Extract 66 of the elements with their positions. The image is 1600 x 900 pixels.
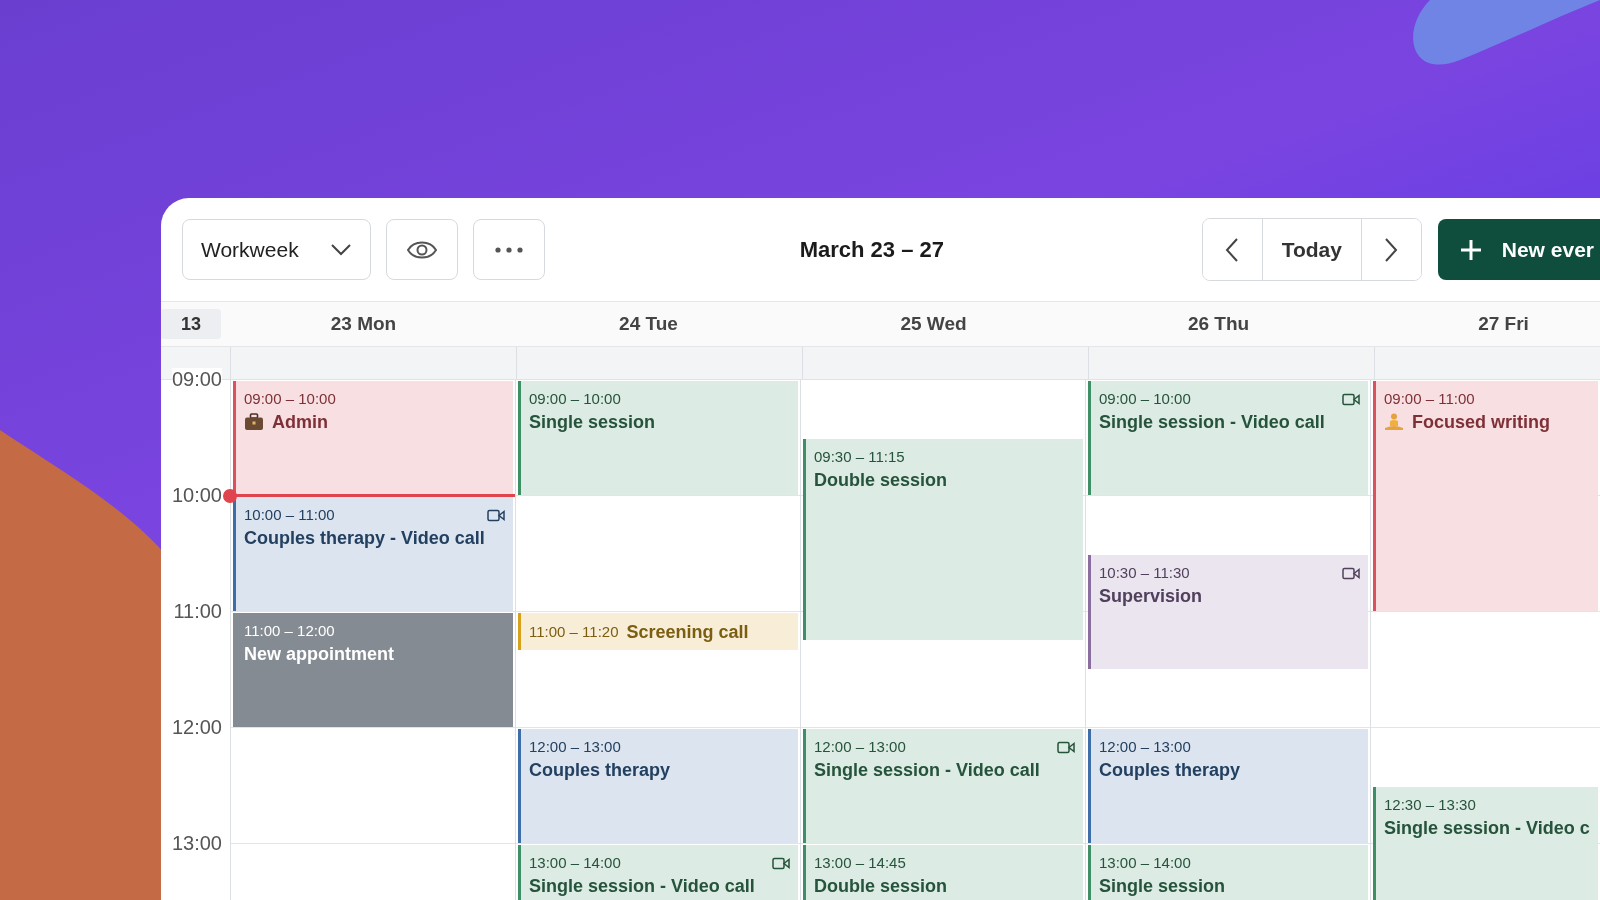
- view-select[interactable]: Workweek: [182, 219, 371, 280]
- event-card[interactable]: 10:30 – 11:30 Supervision: [1088, 555, 1368, 669]
- event-time: 12:00 – 13:00: [529, 737, 621, 757]
- event-card[interactable]: 09:30 – 11:15 Double session: [803, 439, 1083, 640]
- event-time: 11:00 – 11:20: [529, 622, 619, 642]
- event-card[interactable]: 09:00 – 10:00 Admin: [233, 381, 513, 495]
- event-title: Focused writing: [1412, 411, 1550, 434]
- event-time: 09:00 – 10:00: [529, 389, 621, 409]
- day-header: 23 Mon: [330, 313, 397, 334]
- event-title: Single session: [529, 411, 656, 434]
- event-card[interactable]: 11:00 – 11:20 Screening call: [518, 613, 798, 650]
- event-title: Double session: [814, 469, 948, 492]
- event-time: 13:00 – 14:00: [529, 853, 621, 873]
- event-time: 12:00 – 13:00: [814, 737, 906, 757]
- event-time: 09:00 – 10:00: [244, 389, 336, 409]
- event-title: New appointment: [244, 643, 394, 666]
- event-card[interactable]: 13:00 – 14:00 Single session: [1088, 845, 1368, 900]
- day-header: 26 Thu: [1187, 313, 1250, 334]
- event-title: Single session - Video c: [1384, 817, 1590, 840]
- event-title: Screening call: [626, 621, 749, 644]
- event-time: 12:00 – 13:00: [1099, 737, 1191, 757]
- week-number: 13: [161, 309, 221, 339]
- more-icon: [495, 246, 523, 253]
- visibility-button[interactable]: [386, 219, 458, 280]
- event-title: Admin: [272, 411, 328, 434]
- meditating-figure-icon: [1384, 413, 1404, 431]
- event-card[interactable]: 12:30 – 13:30 Single session - Video c: [1373, 787, 1598, 900]
- day-header: 24 Tue: [619, 313, 678, 334]
- plus-icon: [1459, 238, 1482, 261]
- event-title: Couples therapy: [1099, 759, 1241, 782]
- event-title: Couples therapy: [529, 759, 671, 782]
- event-card[interactable]: 12:00 – 13:00 Couples therapy: [518, 729, 798, 843]
- date-range-title: March 23 – 27: [798, 236, 945, 263]
- event-time: 13:00 – 14:45: [814, 853, 906, 873]
- today-button[interactable]: Today: [1261, 219, 1362, 280]
- event-card[interactable]: 13:00 – 14:45 Double session: [803, 845, 1083, 900]
- event-time: 09:00 – 10:00: [1099, 389, 1191, 409]
- event-time: 12:30 – 13:30: [1384, 795, 1476, 815]
- day-header: 27 Fri: [1478, 313, 1529, 334]
- chevron-down-icon: [330, 242, 352, 257]
- event-title: Single session - Video call: [1099, 411, 1325, 434]
- event-card[interactable]: 12:00 – 13:00 Single session - Video call: [803, 729, 1083, 843]
- event-card[interactable]: 09:00 – 10:00 Single session: [518, 381, 798, 495]
- event-time: 10:00 – 11:00: [244, 505, 335, 525]
- event-card[interactable]: 12:00 – 13:00 Couples therapy: [1088, 729, 1368, 843]
- event-title: Single session - Video call: [814, 759, 1040, 782]
- event-title: Supervision: [1099, 585, 1203, 608]
- day-header: 25 Wed: [900, 313, 967, 334]
- event-time: 11:00 – 12:00: [244, 621, 335, 641]
- event-card[interactable]: 10:00 – 11:00 Couples therapy - Video call: [233, 497, 513, 611]
- event-title: Single session: [1099, 875, 1226, 898]
- event-time: 10:30 – 11:30: [1099, 563, 1190, 583]
- event-card[interactable]: 13:00 – 14:00 Single session - Video call: [518, 845, 798, 900]
- event-time: 09:30 – 11:15: [814, 447, 905, 467]
- event-title: Single session - Video call: [529, 875, 755, 898]
- event-title: Double session: [814, 875, 948, 898]
- event-time: 13:00 – 14:00: [1099, 853, 1191, 873]
- event-time: 09:00 – 11:00: [1384, 389, 1475, 409]
- event-card[interactable]: 09:00 – 11:00 Focused writing: [1373, 381, 1598, 611]
- event-card[interactable]: 09:00 – 10:00 Single session - Video call: [1088, 381, 1368, 495]
- new-event-button[interactable]: New ever: [1437, 219, 1600, 280]
- chevron-left-icon: [1225, 236, 1240, 263]
- chevron-right-icon: [1384, 236, 1399, 263]
- event-title: Couples therapy - Video call: [244, 527, 485, 550]
- more-button[interactable]: [473, 219, 545, 280]
- briefcase-icon: [244, 413, 264, 431]
